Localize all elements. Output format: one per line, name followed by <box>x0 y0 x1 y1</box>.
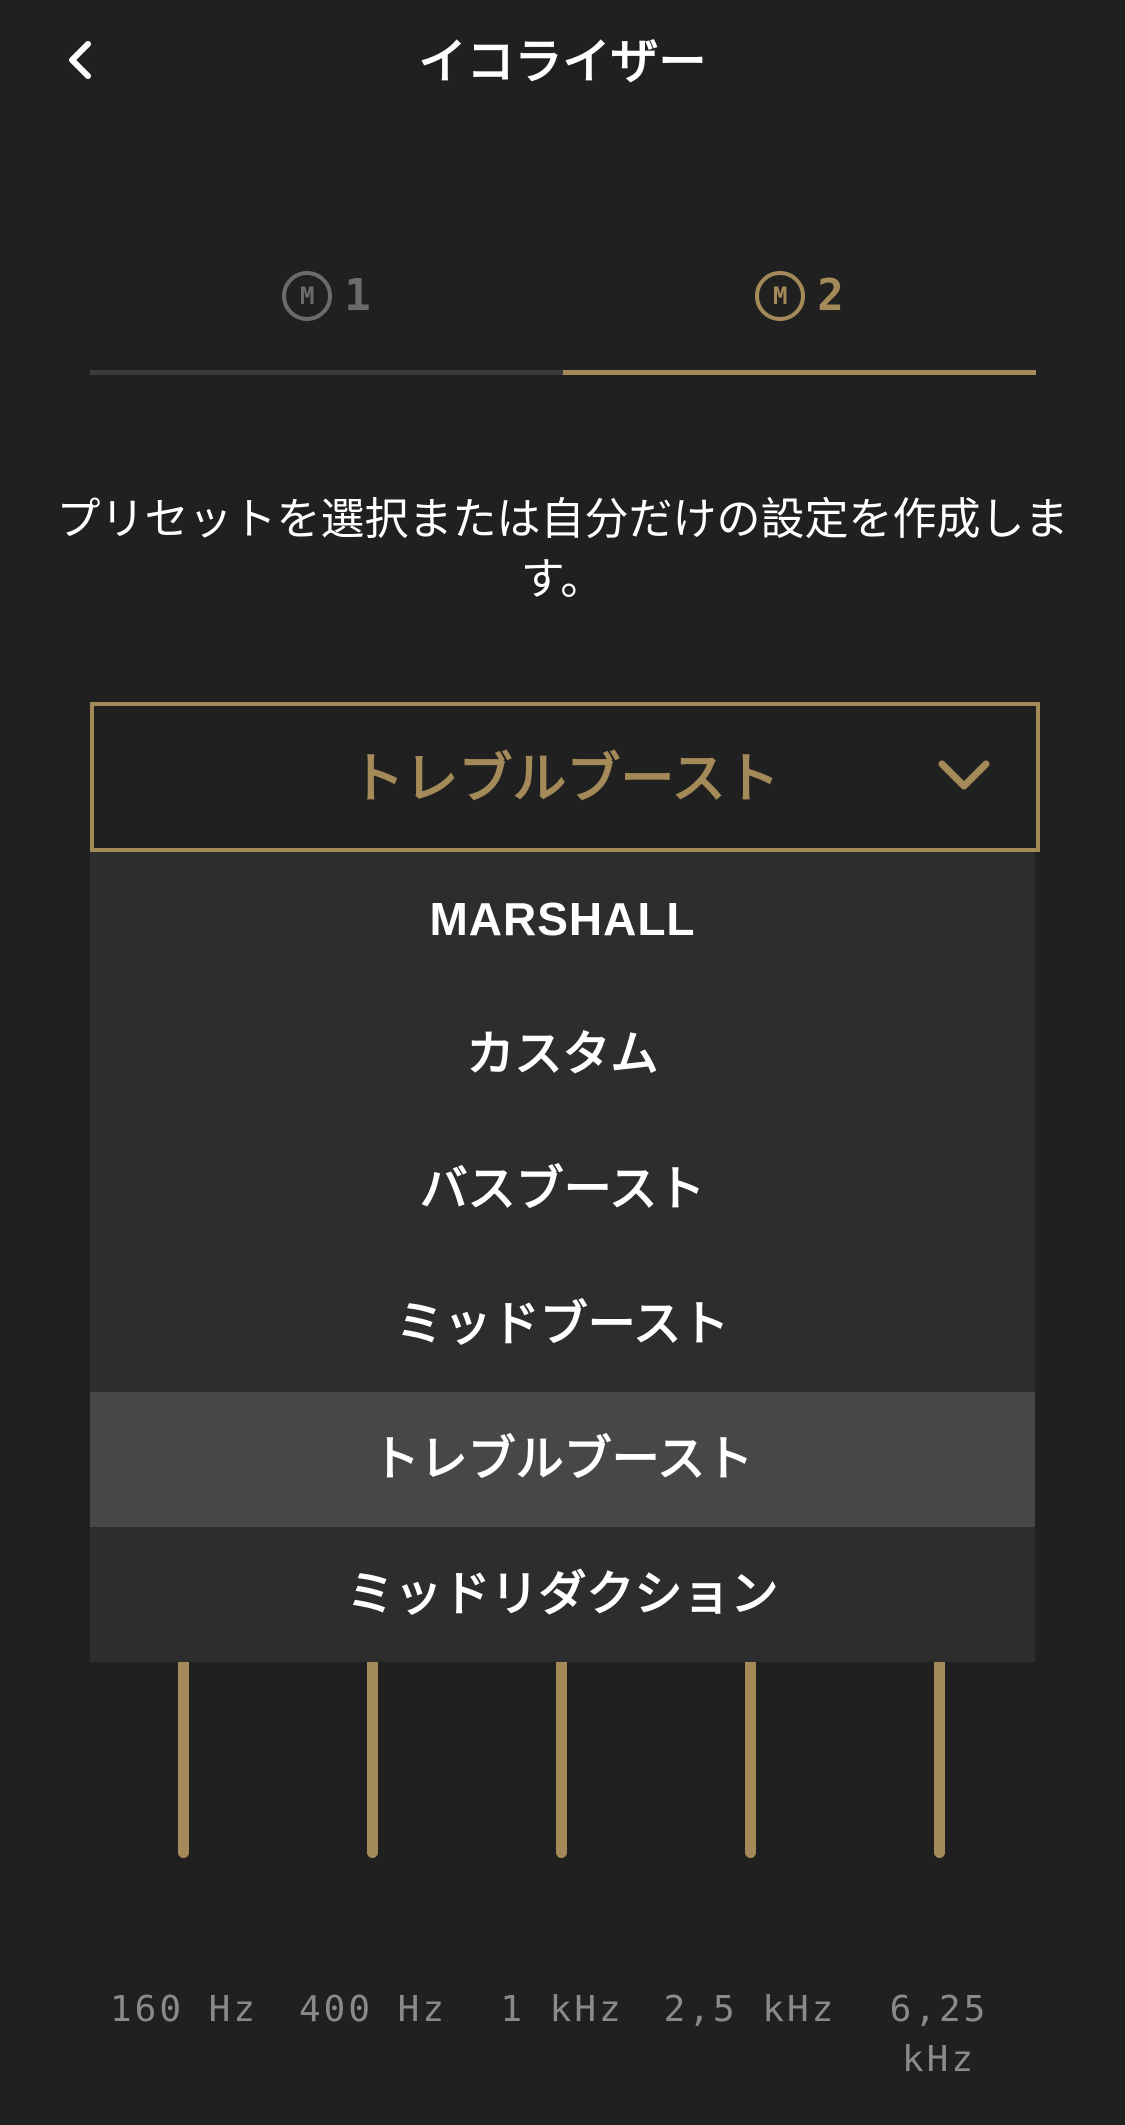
option-label: カスタム <box>466 1026 659 1082</box>
option-label: MARSHALL <box>429 893 696 945</box>
app-header: イコライザー <box>0 0 1125 130</box>
freq-label: 2,5 kHz <box>663 1989 837 2030</box>
freq-label: 6,25 kHz <box>889 1989 989 2080</box>
eq-frequency-labels: 160 Hz 400 Hz 1 kHz 2,5 kHz 6,25 kHz <box>0 1985 1125 2080</box>
tab-active-indicator <box>563 370 1036 375</box>
option-label: ミッドブースト <box>395 1296 730 1352</box>
chevron-down-icon <box>938 760 990 790</box>
instruction-text: プリセットを選択または自分だけの設定を作成します。 <box>56 494 1069 605</box>
option-label: ミッドリダクション <box>346 1566 779 1622</box>
marshall-m-badge-icon: M <box>282 270 333 321</box>
eq-slider-1khz[interactable] <box>556 1662 567 1858</box>
preset-dropdown-menu: MARSHALL カスタム バスブースト ミッドブースト トレブルブースト ミッ… <box>90 852 1035 1662</box>
preset-option-marshall[interactable]: MARSHALL <box>90 852 1035 987</box>
page-title: イコライザー <box>418 34 707 90</box>
preset-select[interactable]: トレブルブースト <box>90 702 1040 852</box>
eq-slider-400hz[interactable] <box>367 1662 378 1858</box>
preset-option-bass-boost[interactable]: バスブースト <box>90 1122 1035 1257</box>
eq-slider-160hz[interactable] <box>178 1662 189 1858</box>
eq-slider-6-25khz[interactable] <box>934 1662 945 1858</box>
freq-label: 400 Hz <box>298 1989 448 2030</box>
preset-select-value: トレブルブースト <box>350 747 780 810</box>
freq-label: 160 Hz <box>109 1989 259 2030</box>
freq-label: 1 kHz <box>500 1989 624 2030</box>
preset-option-treble-boost[interactable]: トレブルブースト <box>90 1392 1035 1527</box>
preset-option-mid-reduction[interactable]: ミッドリダクション <box>90 1527 1035 1662</box>
preset-option-custom[interactable]: カスタム <box>90 987 1035 1122</box>
tab-number: 1 <box>344 270 371 321</box>
tab-slot-2[interactable]: M2 <box>563 255 1036 375</box>
tab-number: 2 <box>817 270 844 321</box>
tab-slot-1[interactable]: M1 <box>90 255 563 375</box>
option-label: バスブースト <box>419 1161 706 1217</box>
option-label: トレブルブースト <box>371 1431 754 1487</box>
eq-sliders <box>0 1662 1125 1862</box>
eq-slider-2-5khz[interactable] <box>745 1662 756 1858</box>
marshall-m-badge-icon: M <box>755 270 806 321</box>
preset-slot-tabs: M1 M2 <box>90 255 1036 375</box>
preset-option-mid-boost[interactable]: ミッドブースト <box>90 1257 1035 1392</box>
